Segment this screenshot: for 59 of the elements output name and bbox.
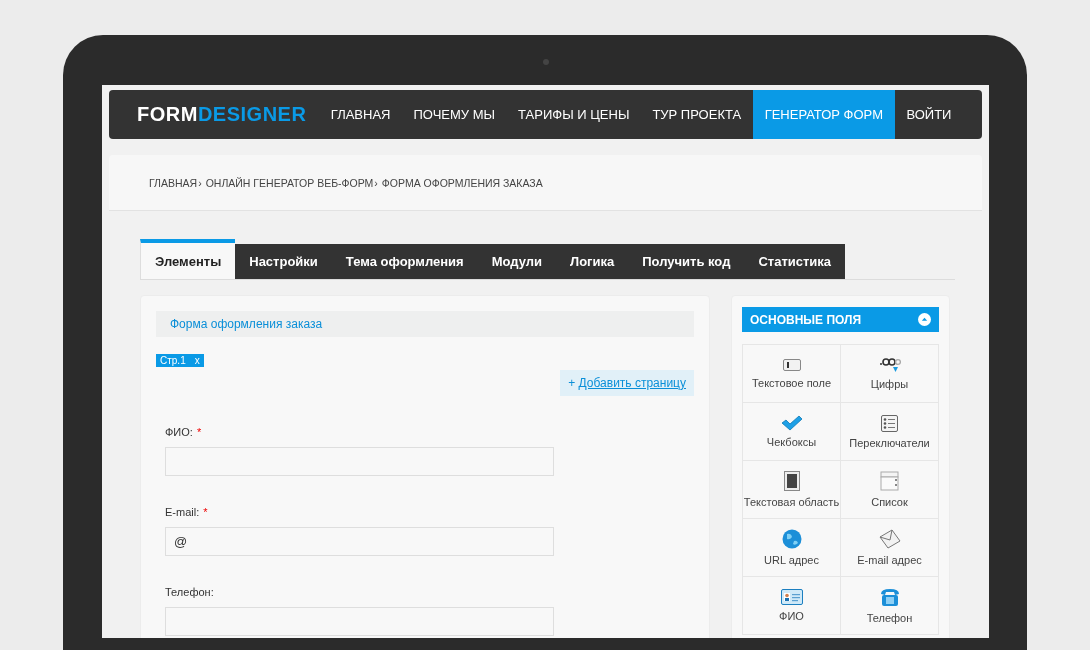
nav-link[interactable]: ГЛАВНАЯ [319, 90, 402, 139]
tile-label: E-mail адрес [857, 554, 922, 566]
logo[interactable]: FORMDESIGNER [137, 90, 307, 139]
id-card-icon [780, 589, 803, 605]
tab[interactable]: Настройки [235, 244, 332, 279]
tile-label: Текстовая область [743, 496, 840, 508]
field-type-tile[interactable]: Текстовая область [743, 461, 841, 519]
field-type-tile[interactable]: E-mail адрес [841, 519, 939, 577]
breadcrumb-separator: › [374, 176, 378, 189]
tab[interactable]: Модули [477, 244, 557, 279]
camera-dot [543, 59, 549, 65]
input-field[interactable] [165, 447, 554, 476]
field-label: ФИО: [165, 426, 193, 438]
tile-label: Цифры [870, 378, 909, 390]
tile-label: URL адрес [764, 554, 819, 566]
input-field[interactable]: @ [165, 527, 554, 556]
required-mark: * [196, 426, 202, 438]
digits-icon [878, 357, 901, 373]
field-type-tile[interactable]: ФИО [743, 577, 841, 635]
field-label: Телефон: [165, 586, 214, 598]
envelope-icon [878, 529, 901, 549]
list-icon [879, 471, 900, 491]
field-type-tile[interactable]: Список [841, 461, 939, 519]
phone-icon [878, 587, 901, 607]
field-type-tile[interactable]: URL адрес [743, 519, 841, 577]
required-mark: * [203, 506, 208, 518]
tile-label: Список [871, 496, 908, 508]
text-field-icon [782, 358, 801, 372]
tile-label: ФИО [779, 610, 804, 622]
input-field[interactable] [165, 607, 554, 636]
breadcrumb-link[interactable]: ГЛАВНАЯ [149, 176, 198, 189]
field-type-tile[interactable]: Переключатели [841, 403, 939, 461]
field-type-tile[interactable]: Текстовое поле [743, 345, 841, 403]
tab[interactable]: Статистика [744, 244, 846, 279]
field-type-tile[interactable]: Чекбоксы [743, 403, 841, 461]
radio-list-icon [881, 414, 898, 432]
tab[interactable]: Тема оформления [331, 244, 478, 279]
tab[interactable]: Логика [556, 244, 629, 279]
nav-link[interactable]: ПОЧЕМУ МЫ [402, 90, 507, 139]
tile-label: Чекбоксы [766, 436, 817, 448]
field-label: E-mail: [165, 506, 200, 518]
collapse-icon[interactable] [918, 313, 931, 326]
breadcrumb-link[interactable]: ОНЛАЙН ГЕНЕРАТОР ВЕБ-ФОРМ [205, 176, 374, 189]
field-type-tile[interactable]: Телефон [841, 577, 939, 635]
checkmark-icon [780, 415, 803, 431]
tab[interactable]: Элементы [140, 239, 236, 279]
breadcrumb-separator: › [198, 176, 202, 189]
palette-title: ОСНОВНЫЕ ПОЛЯ [750, 312, 862, 327]
text-area-icon [783, 471, 800, 491]
nav-link[interactable]: ВОЙТИ [894, 90, 963, 139]
nav-link[interactable]: ТУР ПРОЕКТА [640, 90, 753, 139]
tab[interactable]: Получить код [628, 244, 745, 279]
tile-label: Текстовое поле [751, 377, 832, 389]
globe-icon [781, 529, 802, 549]
nav-link[interactable]: ТАРИФЫ И ЦЕНЫ [506, 90, 641, 139]
breadcrumb-link[interactable]: ФОРМА ОФОРМЛЕНИЯ ЗАКАЗА [381, 176, 543, 189]
tile-label: Переключатели [849, 436, 930, 449]
field-type-tile[interactable]: Цифры [841, 345, 939, 403]
tile-label: Телефон [866, 612, 913, 624]
